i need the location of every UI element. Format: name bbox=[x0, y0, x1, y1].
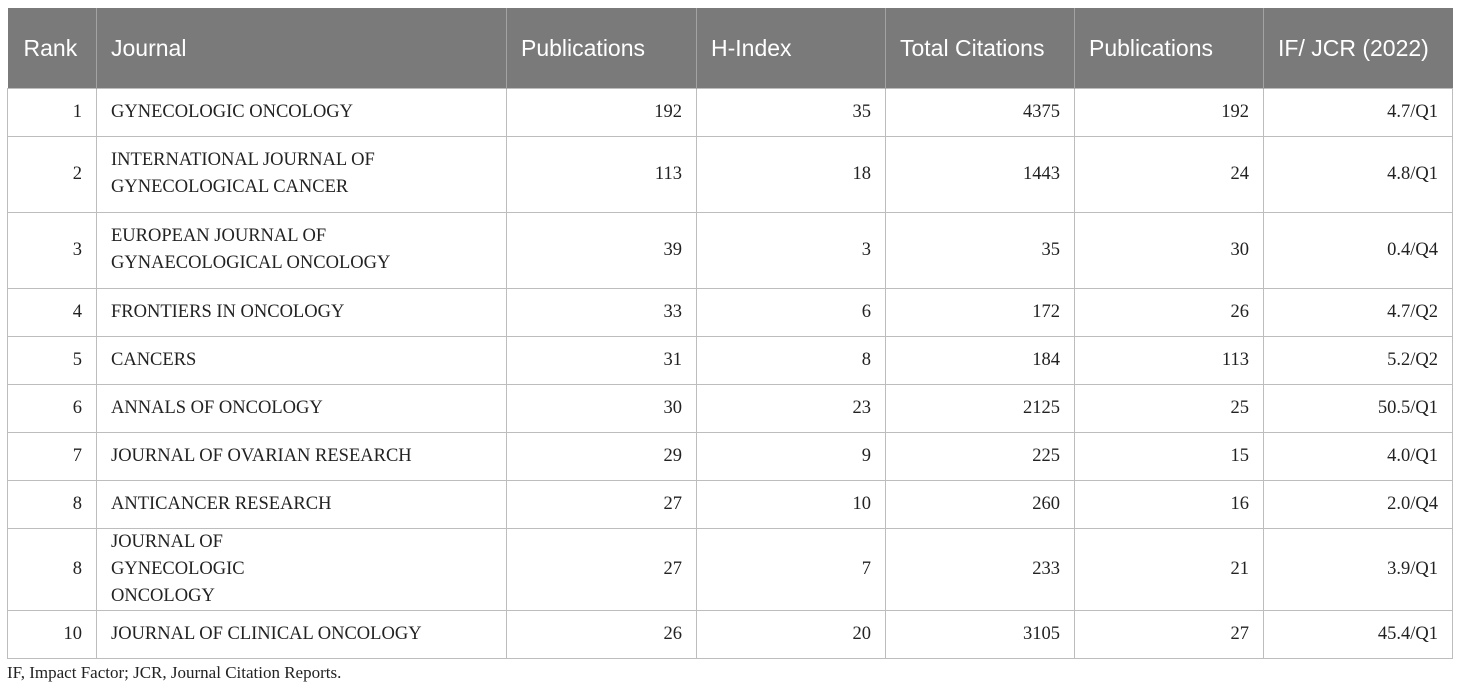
cell-rank: 3 bbox=[7, 211, 97, 289]
cell-publications: 30 bbox=[506, 383, 697, 433]
cell-rank: 8 bbox=[7, 527, 97, 611]
cell-journal: JOURNAL OF GYNECOLOGIC ONCOLOGY bbox=[96, 527, 507, 611]
cell-journal: GYNECOLOGIC ONCOLOGY bbox=[96, 87, 507, 137]
cell-if-jcr: 2.0/Q4 bbox=[1263, 479, 1453, 529]
cell-rank: 1 bbox=[7, 87, 97, 137]
cell-if-jcr: 0.4/Q4 bbox=[1263, 211, 1453, 289]
table-row: 5 CANCERS 31 8 184 113 5.2/Q2 bbox=[7, 335, 1453, 385]
table-footnote: IF, Impact Factor; JCR, Journal Citation… bbox=[7, 663, 342, 682]
table-row: 4 FRONTIERS IN ONCOLOGY 33 6 172 26 4.7/… bbox=[7, 287, 1453, 337]
table-row: 7 JOURNAL OF OVARIAN RESEARCH 29 9 225 1… bbox=[7, 431, 1453, 481]
cell-rank: 7 bbox=[7, 431, 97, 481]
cell-journal: ANTICANCER RESEARCH bbox=[96, 479, 507, 529]
cell-publications: 33 bbox=[506, 287, 697, 337]
cell-if-jcr: 5.2/Q2 bbox=[1263, 335, 1453, 385]
cell-rank: 2 bbox=[7, 135, 97, 213]
table-row: 8 JOURNAL OF GYNECOLOGIC ONCOLOGY 27 7 2… bbox=[7, 527, 1453, 611]
table-row: 6 ANNALS OF ONCOLOGY 30 23 2125 25 50.5/… bbox=[7, 383, 1453, 433]
cell-publications: 26 bbox=[506, 609, 697, 659]
cell-journal: JOURNAL OF CLINICAL ONCOLOGY bbox=[96, 609, 507, 659]
cell-journal: CANCERS bbox=[96, 335, 507, 385]
cell-h-index: 7 bbox=[696, 527, 886, 611]
cell-total-citations: 2125 bbox=[885, 383, 1075, 433]
header-h-index: H-Index bbox=[696, 8, 886, 88]
cell-journal: INTERNATIONAL JOURNAL OF GYNECOLOGICAL C… bbox=[96, 135, 507, 213]
cell-h-index: 10 bbox=[696, 479, 886, 529]
cell-publications: 192 bbox=[506, 87, 697, 137]
cell-publications-2: 15 bbox=[1074, 431, 1264, 481]
cell-h-index: 18 bbox=[696, 135, 886, 213]
cell-publications: 27 bbox=[506, 527, 697, 611]
cell-publications: 113 bbox=[506, 135, 697, 213]
header-publications: Publications bbox=[506, 8, 697, 88]
cell-publications-2: 25 bbox=[1074, 383, 1264, 433]
header-if-jcr: IF/ JCR (2022) bbox=[1263, 8, 1453, 88]
cell-total-citations: 225 bbox=[885, 431, 1075, 481]
cell-total-citations: 172 bbox=[885, 287, 1075, 337]
cell-publications-2: 24 bbox=[1074, 135, 1264, 213]
cell-journal: JOURNAL OF OVARIAN RESEARCH bbox=[96, 431, 507, 481]
cell-journal: FRONTIERS IN ONCOLOGY bbox=[96, 287, 507, 337]
cell-publications-2: 30 bbox=[1074, 211, 1264, 289]
cell-h-index: 6 bbox=[696, 287, 886, 337]
cell-publications-2: 113 bbox=[1074, 335, 1264, 385]
cell-if-jcr: 50.5/Q1 bbox=[1263, 383, 1453, 433]
cell-publications-2: 16 bbox=[1074, 479, 1264, 529]
cell-rank: 5 bbox=[7, 335, 97, 385]
cell-total-citations: 184 bbox=[885, 335, 1075, 385]
cell-h-index: 9 bbox=[696, 431, 886, 481]
cell-total-citations: 4375 bbox=[885, 87, 1075, 137]
cell-rank: 10 bbox=[7, 609, 97, 659]
cell-h-index: 20 bbox=[696, 609, 886, 659]
cell-publications: 39 bbox=[506, 211, 697, 289]
table-row: 10 JOURNAL OF CLINICAL ONCOLOGY 26 20 31… bbox=[7, 609, 1453, 659]
cell-publications: 27 bbox=[506, 479, 697, 529]
cell-total-citations: 233 bbox=[885, 527, 1075, 611]
cell-publications-2: 192 bbox=[1074, 87, 1264, 137]
table-row: 3 EUROPEAN JOURNAL OF GYNAECOLOGICAL ONC… bbox=[7, 211, 1453, 289]
cell-rank: 8 bbox=[7, 479, 97, 529]
cell-h-index: 35 bbox=[696, 87, 886, 137]
cell-total-citations: 1443 bbox=[885, 135, 1075, 213]
table-row: 8 ANTICANCER RESEARCH 27 10 260 16 2.0/Q… bbox=[7, 479, 1453, 529]
cell-publications: 31 bbox=[506, 335, 697, 385]
table-row: 1 GYNECOLOGIC ONCOLOGY 192 35 4375 192 4… bbox=[7, 87, 1453, 137]
cell-rank: 6 bbox=[7, 383, 97, 433]
header-publications-2: Publications bbox=[1074, 8, 1264, 88]
cell-if-jcr: 4.7/Q1 bbox=[1263, 87, 1453, 137]
cell-if-jcr: 45.4/Q1 bbox=[1263, 609, 1453, 659]
cell-if-jcr: 4.0/Q1 bbox=[1263, 431, 1453, 481]
cell-publications-2: 27 bbox=[1074, 609, 1264, 659]
cell-total-citations: 260 bbox=[885, 479, 1075, 529]
header-total-citations: Total Citations bbox=[885, 8, 1075, 88]
cell-publications-2: 26 bbox=[1074, 287, 1264, 337]
table-row: 2 INTERNATIONAL JOURNAL OF GYNECOLOGICAL… bbox=[7, 135, 1453, 213]
cell-journal: EUROPEAN JOURNAL OF GYNAECOLOGICAL ONCOL… bbox=[96, 211, 507, 289]
header-rank: Rank bbox=[7, 8, 97, 88]
journal-table-container: Rank Journal Publications H-Index Total … bbox=[7, 8, 1453, 659]
cell-journal: ANNALS OF ONCOLOGY bbox=[96, 383, 507, 433]
cell-h-index: 3 bbox=[696, 211, 886, 289]
header-row: Rank Journal Publications H-Index Total … bbox=[7, 8, 1453, 88]
cell-if-jcr: 4.8/Q1 bbox=[1263, 135, 1453, 213]
cell-total-citations: 35 bbox=[885, 211, 1075, 289]
journal-table: Rank Journal Publications H-Index Total … bbox=[7, 8, 1453, 659]
cell-total-citations: 3105 bbox=[885, 609, 1075, 659]
cell-h-index: 8 bbox=[696, 335, 886, 385]
cell-h-index: 23 bbox=[696, 383, 886, 433]
cell-if-jcr: 3.9/Q1 bbox=[1263, 527, 1453, 611]
cell-publications-2: 21 bbox=[1074, 527, 1264, 611]
header-journal: Journal bbox=[96, 8, 507, 88]
cell-publications: 29 bbox=[506, 431, 697, 481]
cell-if-jcr: 4.7/Q2 bbox=[1263, 287, 1453, 337]
cell-rank: 4 bbox=[7, 287, 97, 337]
